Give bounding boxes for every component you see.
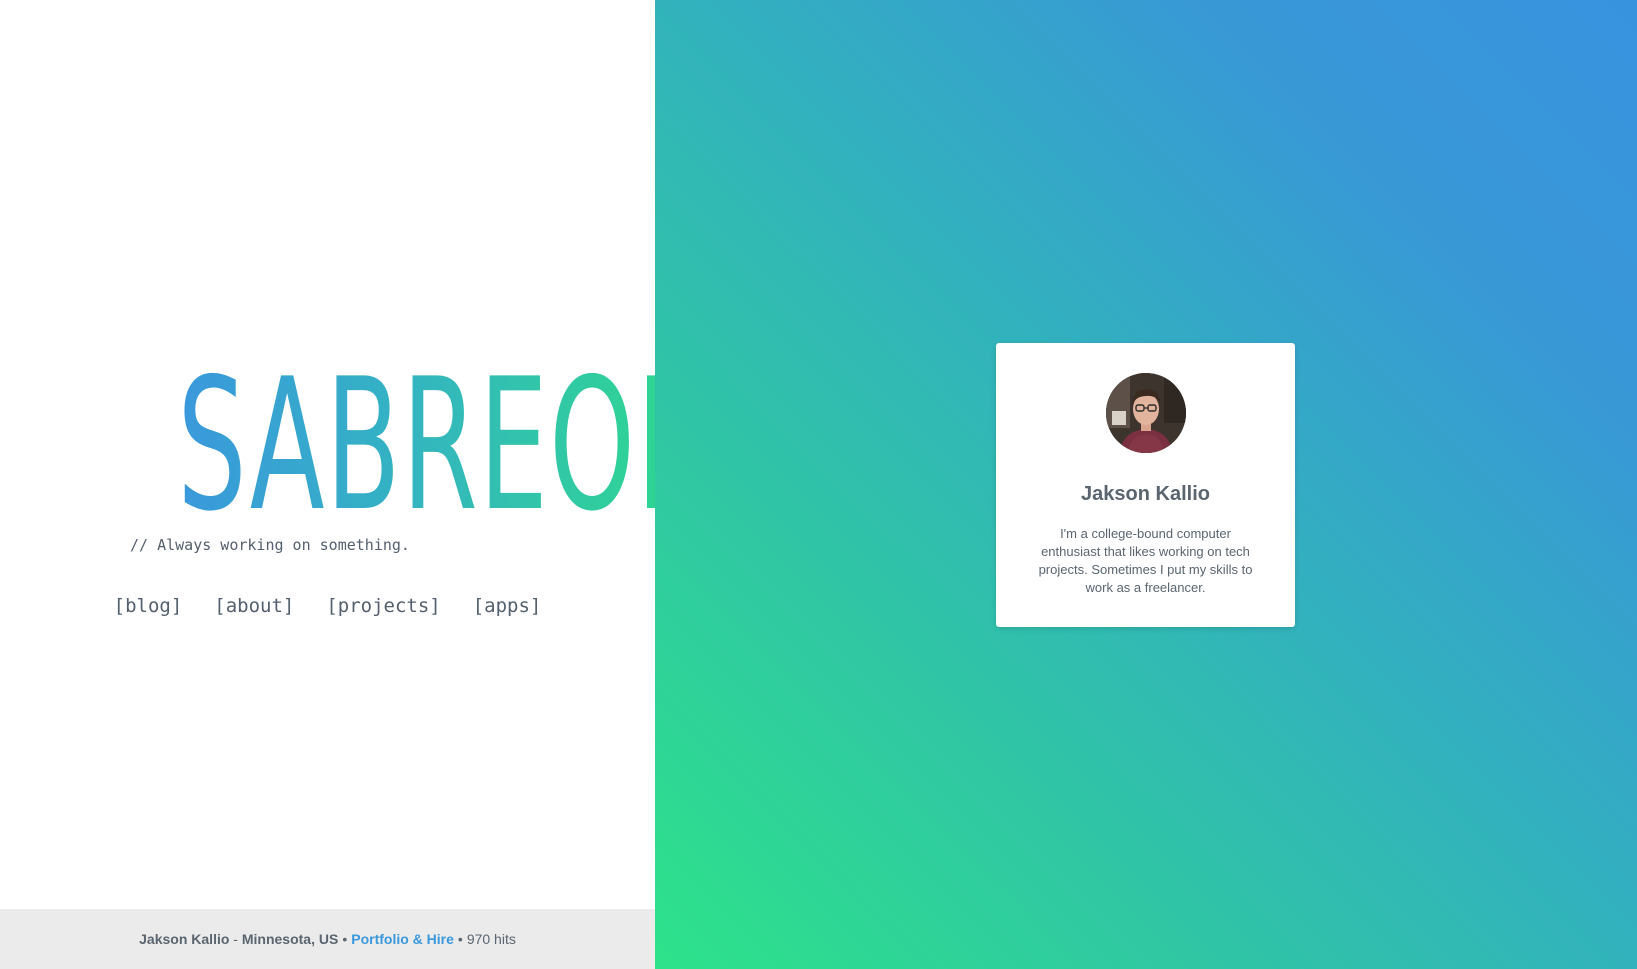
profile-card: Jakson Kallio I'm a college-bound comput…	[996, 343, 1295, 627]
site-logo[interactable]: SABREOK	[177, 354, 709, 536]
footer-location: Minnesota, US	[241, 931, 339, 947]
page: SABREOK // Always working on something. …	[0, 0, 1637, 969]
footer-dash: -	[229, 931, 242, 947]
hit-counter: 970 hits	[466, 931, 516, 947]
footer-bullet: •	[342, 931, 348, 947]
nav-about-link[interactable]: [about]	[214, 595, 294, 617]
main-nav: [blog] [about] [projects] [apps]	[0, 595, 655, 617]
profile-photo-icon	[1106, 373, 1186, 453]
left-panel: SABREOK // Always working on something. …	[0, 0, 708, 969]
tagline: // Always working on something.	[130, 536, 410, 554]
portfolio-hire-link[interactable]: Portfolio & Hire	[351, 931, 454, 947]
avatar	[1106, 373, 1186, 453]
logo-container: SABREOK	[0, 354, 708, 536]
footer-bullet: •	[457, 931, 463, 947]
profile-bio: I'm a college-bound computer enthusiast …	[1038, 526, 1253, 595]
footer-author: Jakson Kallio	[139, 931, 230, 947]
nav-projects-link[interactable]: [projects]	[326, 595, 440, 617]
profile-name: Jakson Kallio	[1081, 483, 1210, 505]
right-panel: Jakson Kallio I'm a college-bound comput…	[655, 0, 1637, 969]
nav-blog-link[interactable]: [blog]	[114, 595, 183, 617]
nav-apps-link[interactable]: [apps]	[473, 595, 542, 617]
footer: Jakson Kallio - Minnesota, US • Portfoli…	[0, 909, 655, 969]
